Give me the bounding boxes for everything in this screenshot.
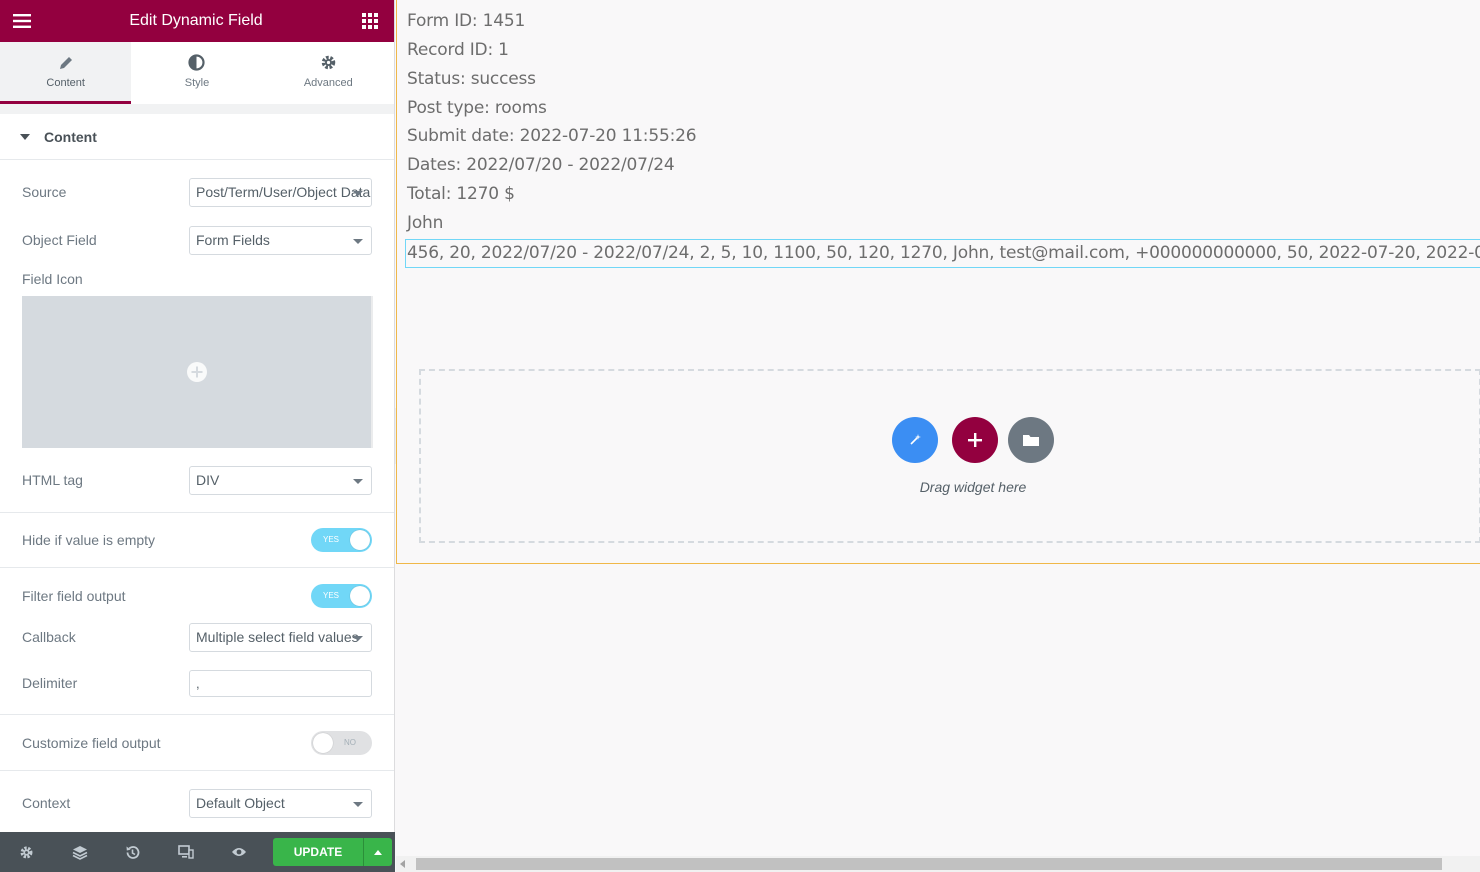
eye-icon bbox=[231, 848, 246, 856]
plus-icon bbox=[968, 433, 982, 447]
divider bbox=[0, 567, 394, 568]
history-button[interactable] bbox=[106, 832, 159, 872]
preview-canvas: Form ID: 1451 Record ID: 1 Status: succe… bbox=[396, 0, 1480, 872]
panel-header: Edit Dynamic Field bbox=[0, 0, 394, 42]
control-object-field: Object Field Form Fields bbox=[0, 224, 394, 256]
widgets-grid-icon[interactable] bbox=[360, 11, 380, 31]
field-icon-label: Field Icon bbox=[22, 271, 83, 287]
layers-icon bbox=[72, 845, 87, 860]
update-options-button[interactable] bbox=[363, 838, 392, 866]
caret-down-icon bbox=[20, 133, 30, 140]
tab-style[interactable]: Style bbox=[131, 42, 262, 104]
html-tag-select[interactable]: DIV bbox=[189, 465, 372, 495]
hamburger-menu-icon[interactable] bbox=[12, 11, 32, 31]
horizontal-scrollbar[interactable] bbox=[396, 856, 1480, 872]
customize-output-toggle[interactable]: NO bbox=[311, 730, 372, 755]
control-filter-output: Filter field output YES bbox=[0, 582, 394, 610]
panel-tabs: Content Style Advanced bbox=[0, 42, 394, 104]
responsive-mode-button[interactable] bbox=[159, 832, 212, 872]
object-field-label: Object Field bbox=[22, 232, 97, 248]
tab-advanced-label: Advanced bbox=[303, 77, 353, 89]
scroll-left-arrow-icon[interactable] bbox=[400, 860, 405, 868]
text-line: Post type: rooms bbox=[407, 98, 547, 118]
control-source: Source Post/Term/User/Object Data bbox=[0, 176, 394, 208]
section-title: Content bbox=[44, 128, 97, 145]
control-hide-empty: Hide if value is empty YES bbox=[0, 513, 394, 567]
control-customize-output: Customize field output NO bbox=[0, 715, 394, 770]
caret-up-icon bbox=[374, 849, 382, 855]
customize-output-label: Customize field output bbox=[22, 734, 161, 751]
context-select[interactable]: Default Object bbox=[189, 788, 372, 818]
dynamic-field-widget[interactable]: 456, 20, 2022/07/20 - 2022/07/24, 2, 5, … bbox=[405, 239, 1480, 268]
divider bbox=[0, 770, 394, 771]
update-button[interactable]: UPDATE bbox=[273, 838, 363, 866]
gear-icon bbox=[20, 846, 33, 858]
toggle-knob bbox=[350, 586, 370, 606]
magic-wand-icon bbox=[910, 434, 921, 445]
add-template-button[interactable] bbox=[1008, 417, 1054, 463]
tab-style-label: Style bbox=[184, 77, 210, 89]
navigator-button[interactable] bbox=[53, 832, 106, 872]
control-html-tag: HTML tag DIV bbox=[0, 464, 394, 496]
devices-icon bbox=[177, 845, 194, 859]
controls-area: Content Source Post/Term/User/Object Dat… bbox=[0, 114, 394, 832]
folder-icon bbox=[1023, 435, 1039, 446]
toggle-knob bbox=[313, 732, 333, 753]
text-line: John bbox=[407, 213, 444, 233]
context-label: Context bbox=[22, 795, 71, 811]
gear-icon bbox=[321, 55, 336, 70]
toggle-text: YES bbox=[323, 591, 340, 600]
drop-zone-label: Drag widget here bbox=[919, 479, 1027, 495]
text-line: Dates: 2022/07/20 - 2022/07/24 bbox=[407, 155, 675, 175]
control-delimiter: Delimiter bbox=[0, 667, 394, 699]
tab-content[interactable]: Content bbox=[0, 42, 132, 104]
selected-section[interactable]: Form ID: 1451 Record ID: 1 Status: succe… bbox=[396, 0, 1480, 564]
control-context: Context Default Object bbox=[0, 787, 394, 819]
panel-title: Edit Dynamic Field bbox=[129, 12, 263, 29]
toggle-knob bbox=[350, 530, 370, 550]
text-line: Total: 1270 $ bbox=[407, 184, 515, 204]
ai-button[interactable] bbox=[892, 417, 938, 463]
html-tag-label: HTML tag bbox=[22, 472, 83, 488]
tab-advanced[interactable]: Advanced bbox=[263, 42, 394, 104]
preview-button[interactable] bbox=[212, 832, 265, 872]
settings-button[interactable] bbox=[0, 832, 53, 872]
history-icon bbox=[126, 845, 140, 859]
callback-label: Callback bbox=[22, 629, 76, 645]
editor-panel: Edit Dynamic Field Content Style Advance… bbox=[0, 0, 395, 872]
plus-circle-icon bbox=[186, 362, 207, 382]
control-callback: Callback Multiple select field values bbox=[0, 621, 394, 653]
delimiter-input[interactable] bbox=[189, 669, 372, 697]
panel-footer: UPDATE bbox=[0, 832, 395, 872]
control-field-icon: Field Icon bbox=[0, 270, 394, 288]
scrollbar-thumb[interactable] bbox=[416, 858, 1442, 870]
section-toggle-content[interactable]: Content bbox=[0, 114, 394, 160]
source-select[interactable]: Post/Term/User/Object Data bbox=[189, 177, 372, 207]
text-line: Submit date: 2022-07-20 11:55:26 bbox=[407, 126, 697, 146]
source-label: Source bbox=[22, 184, 67, 200]
text-line: Form ID: 1451 bbox=[407, 11, 526, 31]
object-field-select[interactable]: Form Fields bbox=[189, 225, 372, 255]
icon-picker[interactable] bbox=[22, 296, 373, 448]
add-section-button[interactable] bbox=[952, 417, 998, 463]
filter-output-label: Filter field output bbox=[22, 588, 126, 604]
text-line: Status: success bbox=[407, 69, 536, 89]
pencil-icon bbox=[59, 56, 72, 69]
toggle-text: YES bbox=[323, 535, 340, 544]
tab-content-label: Content bbox=[46, 76, 85, 89]
text-line: Record ID: 1 bbox=[407, 40, 509, 60]
filter-output-toggle[interactable]: YES bbox=[311, 584, 372, 608]
delimiter-label: Delimiter bbox=[22, 675, 78, 691]
widget-drop-zone[interactable]: Drag widget here bbox=[419, 369, 1480, 543]
hide-empty-toggle[interactable]: YES bbox=[311, 528, 372, 552]
hide-empty-label: Hide if value is empty bbox=[22, 532, 156, 548]
toggle-text: NO bbox=[344, 737, 356, 747]
callback-select[interactable]: Multiple select field values bbox=[189, 622, 372, 652]
half-circle-icon bbox=[188, 54, 206, 71]
